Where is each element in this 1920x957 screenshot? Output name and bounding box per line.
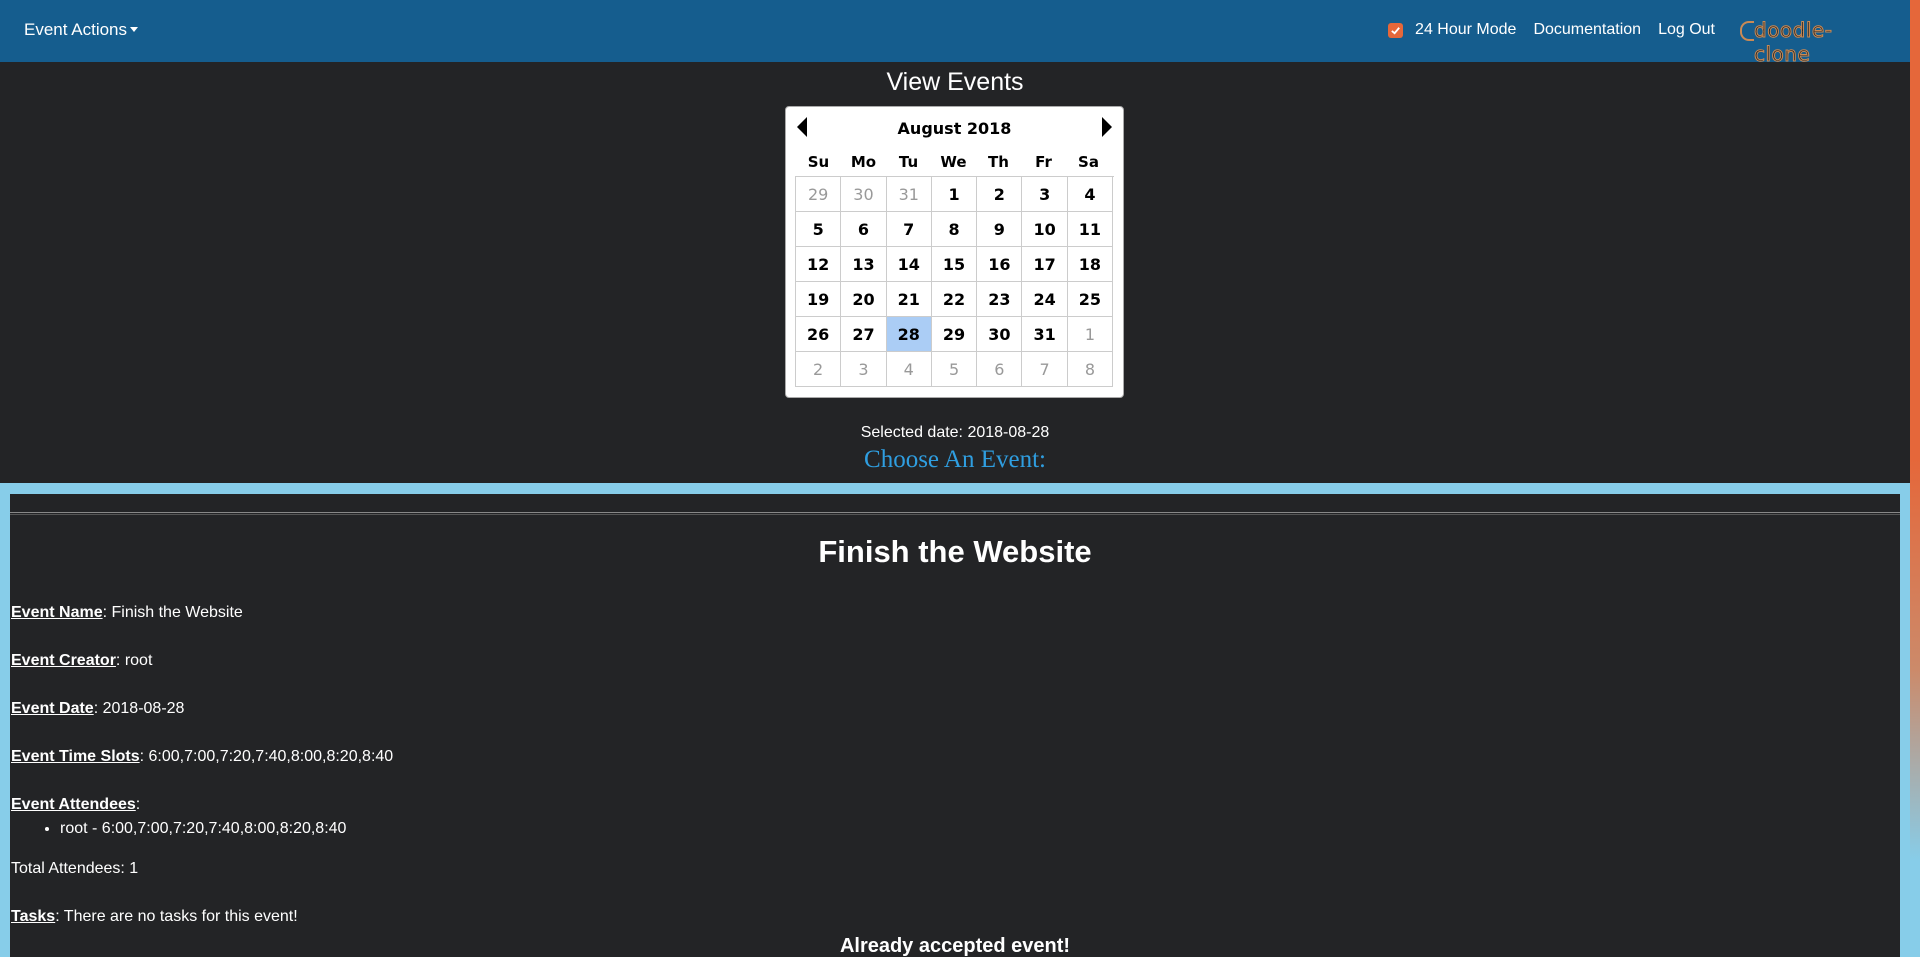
calendar-day[interactable]: 31	[886, 177, 932, 212]
event-tasks-field: Tasks: There are no tasks for this event…	[11, 908, 298, 926]
event-time-slots-field: Event Time Slots: 6:00,7:00,7:20,7:40,8:…	[11, 748, 393, 766]
calendar-day[interactable]: 31	[1022, 317, 1068, 352]
event-date-value: : 2018-08-28	[93, 700, 185, 717]
divider	[10, 512, 1900, 515]
calendar-day[interactable]: 29	[931, 317, 978, 352]
weekday-label: Fr	[1035, 153, 1052, 171]
calendar-day[interactable]: 1	[1067, 317, 1114, 352]
caret-down-icon	[130, 27, 139, 32]
choose-event-heading: Choose An Event:	[864, 446, 1046, 473]
accepted-status: Already accepted event!	[839, 935, 1071, 957]
hour-mode-label[interactable]: 24 Hour Mode	[1415, 21, 1516, 39]
weekday-label: Sa	[1078, 153, 1099, 171]
calendar-day[interactable]: 19	[796, 282, 842, 317]
attendees-list: root - 6:00,7:00,7:20,7:40,8:00,8:20,8:4…	[60, 820, 346, 838]
weekday-label: Th	[988, 153, 1009, 171]
calendar-day[interactable]: 2	[977, 177, 1023, 212]
calendar-day[interactable]: 10	[1022, 212, 1068, 247]
calendar-day[interactable]: 4	[1067, 177, 1114, 212]
calendar-day[interactable]: 6	[977, 352, 1023, 387]
event-title: Finish the Website	[818, 534, 1092, 569]
weekday-label: Tu	[898, 153, 919, 171]
calendar-day-selected[interactable]: 28	[886, 317, 932, 352]
calendar-day[interactable]: 22	[931, 282, 978, 317]
next-month-icon[interactable]	[1102, 117, 1112, 137]
calendar-day[interactable]: 16	[977, 247, 1023, 282]
event-tasks-label: Tasks	[11, 908, 56, 925]
brand-mark-icon	[1740, 21, 1754, 41]
event-date-label: Event Date	[11, 700, 94, 717]
event-actions-dropdown[interactable]: Event Actions	[24, 20, 139, 40]
calendar-weekday-header: Su Mo Tu We Th Fr Sa	[796, 153, 1114, 171]
calendar-day[interactable]: 8	[1067, 352, 1114, 387]
navbar: Event Actions 24 Hour Mode Documentation…	[0, 0, 1910, 67]
event-creator-value: : root	[115, 652, 153, 669]
calendar-day[interactable]: 29	[796, 177, 842, 212]
total-attendees: Total Attendees: 1	[11, 860, 139, 877]
page-edge-strip	[1910, 0, 1920, 957]
calendar-day[interactable]: 8	[931, 212, 978, 247]
documentation-link[interactable]: Documentation	[1533, 21, 1641, 39]
calendar-day[interactable]: 13	[841, 247, 887, 282]
event-time-slots-label: Event Time Slots	[11, 748, 140, 765]
calendar-day[interactable]: 14	[886, 247, 932, 282]
calendar-day-grid: 29 30 31 1 2 3 4 5 6 7 8 9 10 11 12 13 14 15 16 17 18 19 20 21 2…	[795, 176, 1114, 387]
calendar-day[interactable]: 18	[1067, 247, 1114, 282]
calendar-day[interactable]: 24	[1022, 282, 1068, 317]
event-name-value: : Finish the Website	[102, 604, 243, 621]
calendar-day[interactable]: 9	[977, 212, 1023, 247]
event-tasks-value: : There are no tasks for this event!	[55, 908, 298, 925]
calendar-day[interactable]: 17	[1022, 247, 1068, 282]
navbar-right: 24 Hour Mode Documentation Log Out doodl…	[1388, 17, 1910, 67]
selected-date-text: Selected date: 2018-08-28	[860, 424, 1050, 441]
event-attendees-field: Event Attendees:	[11, 796, 140, 814]
calendar-day[interactable]: 27	[841, 317, 887, 352]
calendar-day[interactable]: 7	[1022, 352, 1068, 387]
calendar-day[interactable]: 30	[841, 177, 887, 212]
event-creator-label: Event Creator	[11, 652, 116, 669]
calendar-day[interactable]: 25	[1067, 282, 1114, 317]
attendee-item: root - 6:00,7:00,7:20,7:40,8:00,8:20,8:4…	[60, 820, 346, 838]
calendar-day[interactable]: 2	[796, 352, 842, 387]
event-attendees-label: Event Attendees	[11, 796, 136, 813]
hour-mode-checkbox[interactable]	[1388, 22, 1404, 38]
logout-link[interactable]: Log Out	[1658, 21, 1715, 39]
calendar-day[interactable]: 5	[796, 212, 842, 247]
event-actions-label: Event Actions	[24, 20, 128, 39]
calendar-day[interactable]: 15	[931, 247, 978, 282]
calendar-day[interactable]: 26	[796, 317, 842, 352]
event-name-field: Event Name: Finish the Website	[11, 604, 243, 622]
calendar-day[interactable]: 3	[1022, 177, 1068, 212]
calendar-day[interactable]: 7	[886, 212, 932, 247]
event-attendees-colon: :	[135, 796, 141, 813]
page-title: View Events	[886, 68, 1024, 96]
event-name-label: Event Name	[11, 604, 103, 621]
calendar-day[interactable]: 11	[1067, 212, 1114, 247]
calendar-day[interactable]: 23	[977, 282, 1023, 317]
calendar-day[interactable]: 5	[931, 352, 978, 387]
event-time-slots-value: : 6:00,7:00,7:20,7:40,8:00,8:20,8:40	[139, 748, 394, 765]
weekday-label: We	[940, 153, 967, 171]
calendar-day[interactable]: 21	[886, 282, 932, 317]
calendar: August 2018 Su Mo Tu We Th Fr Sa 29 30 31 1 2 3 4 5 6 7…	[785, 106, 1124, 398]
checkmark-icon	[1391, 26, 1400, 35]
calendar-day[interactable]: 30	[977, 317, 1023, 352]
brand-text: doodle-clone	[1754, 18, 1833, 67]
calendar-day[interactable]: 1	[931, 177, 978, 212]
calendar-day[interactable]: 4	[886, 352, 932, 387]
calendar-day[interactable]: 6	[841, 212, 887, 247]
brand-logo[interactable]: doodle-clone	[1740, 17, 1880, 67]
calendar-day[interactable]: 3	[841, 352, 887, 387]
event-panel: Finish the Website Event Name: Finish th…	[10, 494, 1900, 957]
event-date-field: Event Date: 2018-08-28	[11, 700, 184, 718]
calendar-day[interactable]: 12	[796, 247, 842, 282]
calendar-day[interactable]: 20	[841, 282, 887, 317]
weekday-label: Su	[807, 153, 830, 171]
weekday-label: Mo	[850, 153, 877, 171]
calendar-month-title: August 2018	[897, 119, 1012, 138]
event-creator-field: Event Creator: root	[11, 652, 152, 670]
